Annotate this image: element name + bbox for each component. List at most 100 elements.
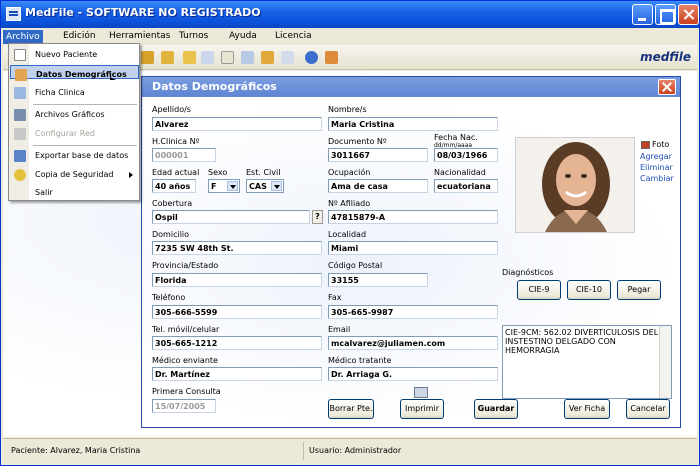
chevron-down-icon[interactable] (271, 181, 282, 191)
brand-logo: medfile (640, 50, 691, 64)
ver-ficha-button[interactable]: Ver Ficha (564, 399, 610, 419)
open-folder-icon[interactable] (141, 51, 154, 64)
label-fechanac: Fecha Nac. (434, 133, 478, 142)
exit-icon[interactable] (325, 51, 338, 64)
submenu-arrow-icon (129, 172, 133, 178)
menu-item-ficha-clinica[interactable]: Ficha Clinica (10, 84, 139, 102)
menu-ayuda[interactable]: Ayuda (229, 31, 257, 41)
backup-icon (14, 169, 26, 181)
status-user: Usuario: Administrador (309, 446, 402, 455)
menu-item-salir[interactable]: Salir (10, 184, 139, 202)
menu-licencia[interactable]: Licencia (275, 31, 312, 41)
apellido-field[interactable]: Alvarez (152, 117, 322, 131)
cobertura-help-button[interactable]: ? (312, 210, 323, 224)
hclinica-field[interactable]: 000001 (152, 148, 216, 162)
photo-delete-link[interactable]: Eliminar (640, 163, 673, 172)
nombre-field[interactable]: Maria Cristina (328, 117, 498, 131)
label-edad: Edad actual (152, 168, 200, 177)
menu-archivo[interactable]: Archivo (3, 30, 43, 44)
file-menu: Nuevo Paciente Datos Demográficos Ficha … (8, 43, 140, 201)
edit-icon[interactable] (281, 51, 294, 64)
sexo-select[interactable]: F (208, 179, 240, 193)
diagnosis-text: CIE-9CM: 562.02 DIVERTICULOSIS DEL INSTE… (505, 328, 659, 355)
diagnosis-scrollbar[interactable] (659, 326, 671, 398)
email-field[interactable]: mcalvarez@juliamen.com (328, 336, 498, 350)
label-nombre: Nombre/s (328, 105, 367, 114)
label-provincia: Provincia/Estado (152, 261, 219, 270)
menu-item-nuevo-paciente[interactable]: Nuevo Paciente (10, 46, 139, 64)
menu-item-exportar[interactable]: Exportar base de datos (10, 147, 139, 165)
label-cobertura: Cobertura (152, 199, 193, 208)
cp-field[interactable]: 33155 (328, 273, 428, 287)
help-icon[interactable] (305, 51, 318, 64)
estcivil-value: CAS (249, 182, 267, 191)
maximize-button[interactable] (655, 4, 676, 25)
guardar-button[interactable]: Guardar (474, 399, 518, 419)
cie10-button[interactable]: CIE-10 (567, 280, 611, 300)
domicilio-field[interactable]: 7235 SW 48th St. (152, 241, 322, 255)
photo-change-link[interactable]: Cambiar (640, 174, 674, 183)
cancelar-button[interactable]: Cancelar (626, 399, 670, 419)
printer-icon (414, 387, 428, 398)
folder-icon[interactable] (161, 51, 174, 64)
menu-item-configurar-red[interactable]: Configurar Red (10, 125, 139, 143)
sexo-value: F (211, 182, 217, 191)
localidad-field[interactable]: Miami (328, 241, 498, 255)
document-icon[interactable] (201, 51, 214, 64)
dialog-title: Datos Demográficos (152, 80, 277, 93)
movil-field[interactable]: 305-665-1212 (152, 336, 322, 350)
camera-icon (641, 141, 650, 149)
label-apellido: Apellido/s (152, 105, 191, 114)
chevron-down-icon[interactable] (227, 181, 238, 191)
cobertura-field[interactable]: Ospil (152, 210, 310, 224)
menu-item-archivos-graficos[interactable]: Archivos Gráficos (10, 106, 139, 124)
label-primera: Primera Consulta (152, 387, 221, 396)
close-button[interactable] (678, 4, 699, 25)
telefono-field[interactable]: 305-666-5599 (152, 305, 322, 319)
page-icon[interactable] (221, 51, 234, 64)
minimize-button[interactable] (632, 4, 653, 25)
dialog-close-button[interactable] (658, 79, 676, 95)
dialog-title-bar: Datos Demográficos (142, 77, 680, 97)
status-patient: Paciente: Alvarez, Maria Cristina (11, 446, 141, 455)
edad-field: 40 años (152, 179, 196, 193)
provincia-field[interactable]: Florida (152, 273, 322, 287)
label-localidad: Localidad (328, 230, 367, 239)
menu-turnos[interactable]: Turnos (179, 31, 208, 41)
photo-add-link[interactable]: Agregar (640, 152, 672, 161)
label-medenv: Médico enviante (152, 356, 218, 365)
photo-label: Foto (652, 140, 670, 149)
menu-item-datos-demograficos[interactable]: Datos Demográficos (10, 65, 139, 81)
documento-field[interactable]: 3011667 (328, 148, 428, 162)
diagnosis-textarea[interactable]: CIE-9CM: 562.02 DIVERTICULOSIS DEL INSTE… (502, 325, 672, 399)
label-ocupacion: Ocupación (328, 168, 371, 177)
nacionalidad-field[interactable]: ecuatoriana (434, 179, 498, 193)
borrar-paciente-button[interactable]: Borrar Pte. (328, 399, 374, 419)
pegar-button[interactable]: Pegar (617, 280, 661, 300)
label-estcivil: Est. Civil (246, 168, 281, 177)
folder-save-icon[interactable] (183, 51, 196, 64)
tools-icon[interactable] (261, 51, 274, 64)
medtrat-field[interactable]: Dr. Arriaga G. (328, 367, 498, 381)
preview-icon[interactable] (241, 51, 254, 64)
patient-photo (515, 137, 635, 233)
medenv-field[interactable]: Dr. Martínez (152, 367, 322, 381)
label-fax: Fax (328, 293, 342, 302)
label-cp: Código Postal (328, 261, 383, 270)
window-title: MedFile - SOFTWARE NO REGISTRADO (25, 6, 261, 19)
demographics-icon (15, 69, 27, 81)
label-documento: Documento Nº (328, 137, 387, 146)
menu-edicion[interactable]: Edición (63, 31, 96, 41)
menu-item-copia-seguridad[interactable]: Copia de Seguridad (10, 166, 139, 184)
mouse-pointer-icon (110, 77, 116, 80)
status-bar: Paciente: Alvarez, Maria Cristina Usuari… (3, 438, 697, 464)
imprimir-button[interactable]: Imprimir (400, 399, 444, 419)
ocupacion-field[interactable]: Ama de casa (328, 179, 428, 193)
primera-consulta-field[interactable]: 15/07/2005 (152, 399, 216, 413)
fechanac-field[interactable]: 08/03/1966 (434, 148, 498, 162)
estcivil-select[interactable]: CAS (246, 179, 284, 193)
fax-field[interactable]: 305-665-9987 (328, 305, 498, 319)
cie9-button[interactable]: CIE-9 (517, 280, 561, 300)
afiliado-field[interactable]: 47815879-A (328, 210, 498, 224)
menu-herramientas[interactable]: Herramientas (109, 31, 170, 41)
